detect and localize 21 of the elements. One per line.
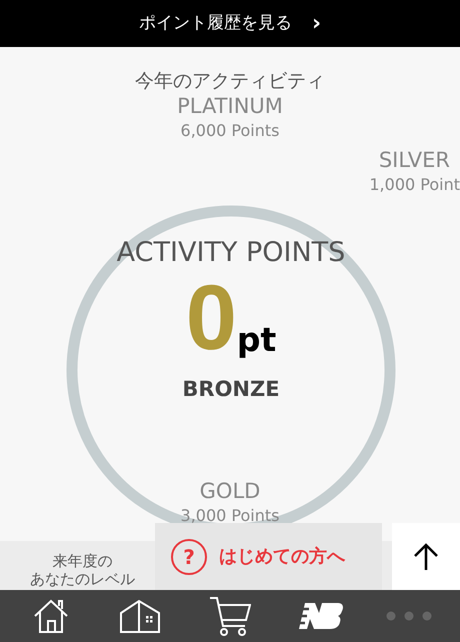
logo-icon[interactable] (296, 603, 343, 629)
chevron-icon: › (312, 12, 322, 34)
tier-name: GOLD (200, 478, 260, 504)
next-year-label: あなたのレベル (30, 570, 135, 588)
section-title: 今年のアクティビティ (134, 69, 326, 94)
home-icon[interactable] (32, 598, 69, 634)
help-icon: ? (171, 538, 207, 574)
current-level: BRONZE (182, 376, 280, 403)
tier-points: 1,000 Point (369, 174, 460, 196)
tier-points: 6,000 Points (180, 120, 280, 142)
tier-name: PLATINUM (177, 93, 283, 119)
activity-heading: ACTIVITY POINTS (116, 239, 346, 266)
cart-icon[interactable] (208, 596, 251, 636)
points-value: 0 (186, 272, 237, 364)
tier-name: SILVER (378, 147, 450, 173)
next-year-label: 来年度の (52, 552, 112, 570)
scroll-top-button[interactable] (392, 523, 460, 590)
history-link[interactable]: ポイント履歴を見る (138, 10, 292, 36)
points-unit: pt (236, 323, 276, 356)
arrow-up-icon (413, 542, 439, 570)
store-icon[interactable] (119, 599, 162, 633)
